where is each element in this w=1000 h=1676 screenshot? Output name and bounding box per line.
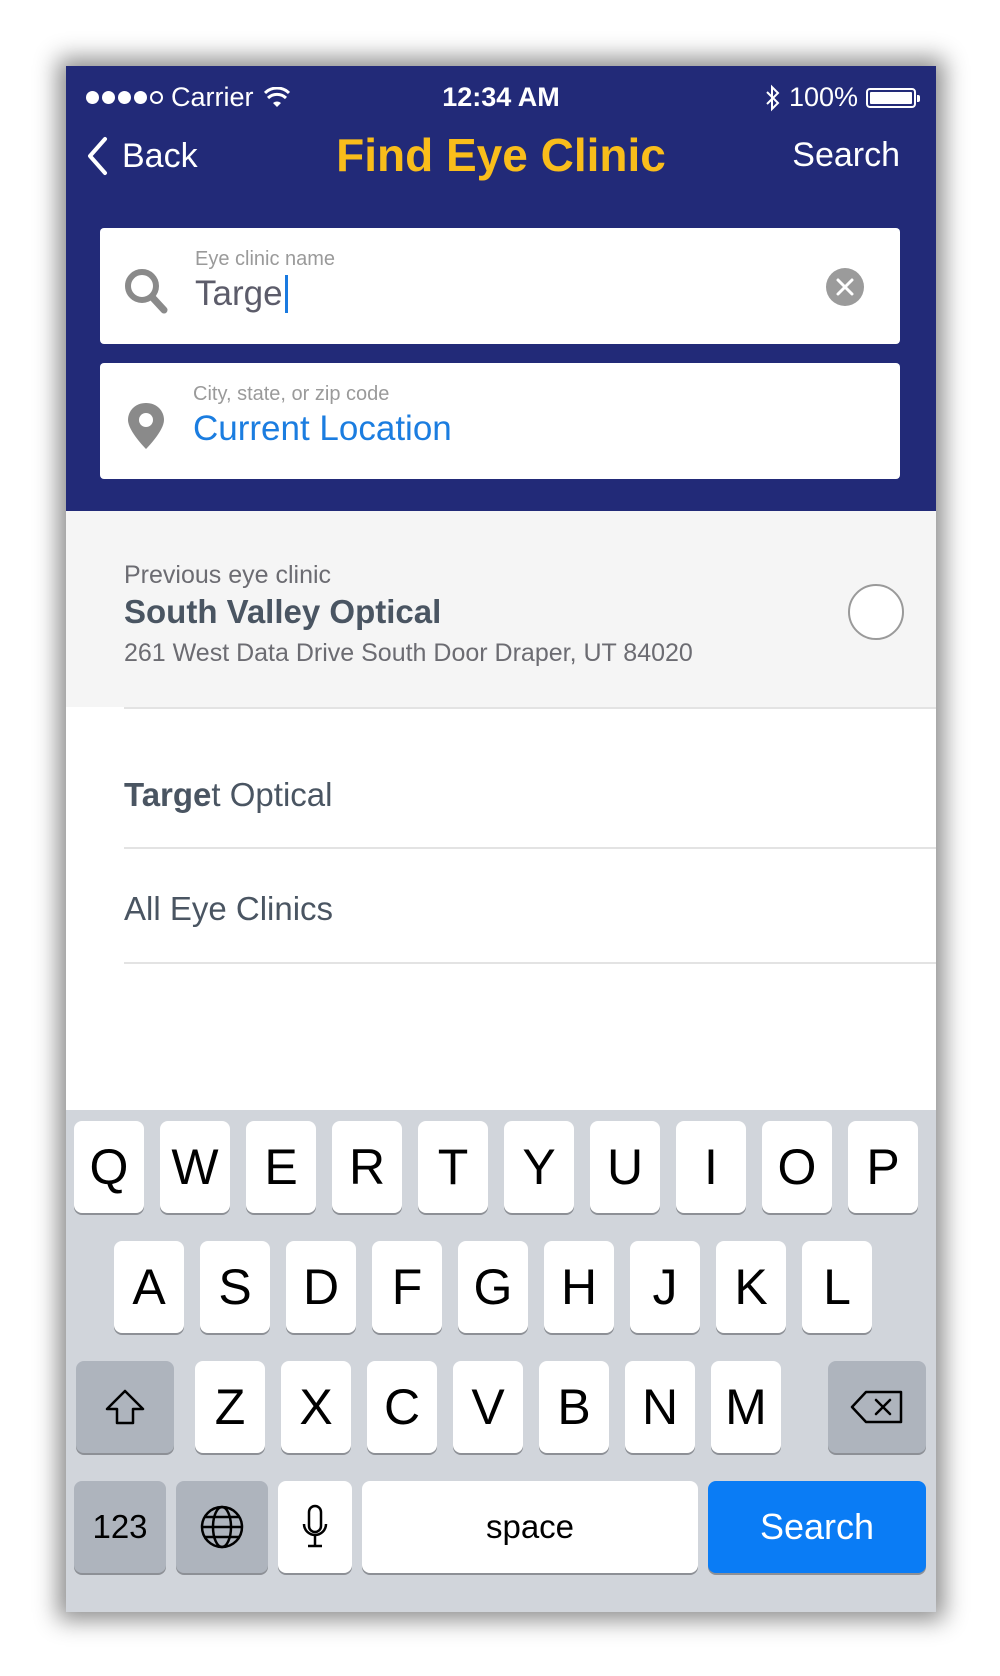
- keyboard-search-key[interactable]: Search: [708, 1481, 926, 1573]
- key-b[interactable]: B: [539, 1361, 609, 1453]
- nav-search-button[interactable]: Search: [792, 136, 900, 175]
- key-x[interactable]: X: [281, 1361, 351, 1453]
- globe-icon: [200, 1505, 244, 1549]
- keyboard: Q W E R T Y U I O P A S D F G H J K L Z X C V B N M 123 space Search: [66, 1110, 936, 1612]
- numbers-key[interactable]: 123: [74, 1481, 166, 1573]
- previous-clinic-name: South Valley Optical: [124, 593, 442, 630]
- text-cursor: [284, 275, 288, 313]
- key-r[interactable]: R: [332, 1121, 402, 1213]
- clinic-name-field[interactable]: Eye clinic name Targe: [100, 228, 900, 344]
- shift-icon: [105, 1389, 145, 1425]
- key-i[interactable]: I: [676, 1121, 746, 1213]
- dictation-key[interactable]: [278, 1481, 352, 1573]
- key-o[interactable]: O: [762, 1121, 832, 1213]
- header: Carrier 12:34 AM 100% Back Find Eye Clin…: [66, 66, 936, 511]
- select-radio[interactable]: [848, 584, 904, 640]
- globe-key[interactable]: [176, 1481, 268, 1573]
- battery-icon: [866, 87, 920, 108]
- microphone-icon: [302, 1504, 328, 1548]
- key-e[interactable]: E: [246, 1121, 316, 1213]
- result-match-text: Targe: [124, 776, 212, 813]
- key-s[interactable]: S: [200, 1241, 270, 1333]
- nav-bar: Back Find Eye Clinic Search: [66, 128, 936, 188]
- location-input[interactable]: Current Location: [193, 409, 452, 449]
- divider: [124, 847, 936, 849]
- key-a[interactable]: A: [114, 1241, 184, 1333]
- previous-clinic-address: 261 West Data Drive South Door Draper, U…: [124, 639, 693, 667]
- search-icon: [125, 269, 168, 314]
- clear-icon[interactable]: [826, 268, 864, 306]
- previous-clinic-caption: Previous eye clinic: [124, 561, 332, 589]
- clinic-name-input[interactable]: Targe: [195, 274, 288, 314]
- key-j[interactable]: J: [630, 1241, 700, 1333]
- key-q[interactable]: Q: [74, 1121, 144, 1213]
- key-z[interactable]: Z: [195, 1361, 265, 1453]
- delete-key[interactable]: [828, 1361, 926, 1453]
- key-f[interactable]: F: [372, 1241, 442, 1333]
- key-m[interactable]: M: [711, 1361, 781, 1453]
- key-v[interactable]: V: [453, 1361, 523, 1453]
- divider: [124, 962, 936, 964]
- key-l[interactable]: L: [802, 1241, 872, 1333]
- location-pin-icon: [128, 403, 164, 449]
- bluetooth-icon: [766, 84, 780, 111]
- key-c[interactable]: C: [367, 1361, 437, 1453]
- key-w[interactable]: W: [160, 1121, 230, 1213]
- space-key[interactable]: space: [362, 1481, 698, 1573]
- key-d[interactable]: D: [286, 1241, 356, 1333]
- previous-clinic-item[interactable]: Previous eye clinic South Valley Optical…: [66, 511, 936, 707]
- location-label: City, state, or zip code: [193, 383, 390, 405]
- key-u[interactable]: U: [590, 1121, 660, 1213]
- shift-key[interactable]: [76, 1361, 174, 1453]
- backspace-icon: [850, 1390, 903, 1424]
- key-g[interactable]: G: [458, 1241, 528, 1333]
- key-t[interactable]: T: [418, 1121, 488, 1213]
- clinic-name-label: Eye clinic name: [195, 248, 336, 270]
- key-h[interactable]: H: [544, 1241, 614, 1333]
- divider: [124, 707, 936, 709]
- key-y[interactable]: Y: [504, 1121, 574, 1213]
- clinic-name-value: Targe: [195, 274, 283, 313]
- key-k[interactable]: K: [716, 1241, 786, 1333]
- status-bar: Carrier 12:34 AM 100%: [66, 74, 936, 114]
- location-field[interactable]: City, state, or zip code Current Locatio…: [100, 363, 900, 479]
- battery-percent: 100%: [788, 82, 858, 112]
- key-p[interactable]: P: [848, 1121, 918, 1213]
- result-rest-text: All Eye Clinics: [124, 890, 334, 927]
- phone-screen: Carrier 12:34 AM 100% Back Find Eye Clin…: [66, 66, 936, 1612]
- key-n[interactable]: N: [625, 1361, 695, 1453]
- result-item-target-optical[interactable]: Target Optical: [124, 776, 332, 814]
- result-rest-text: t Optical: [211, 776, 333, 813]
- result-item-all-eye-clinics[interactable]: All Eye Clinics: [124, 890, 333, 928]
